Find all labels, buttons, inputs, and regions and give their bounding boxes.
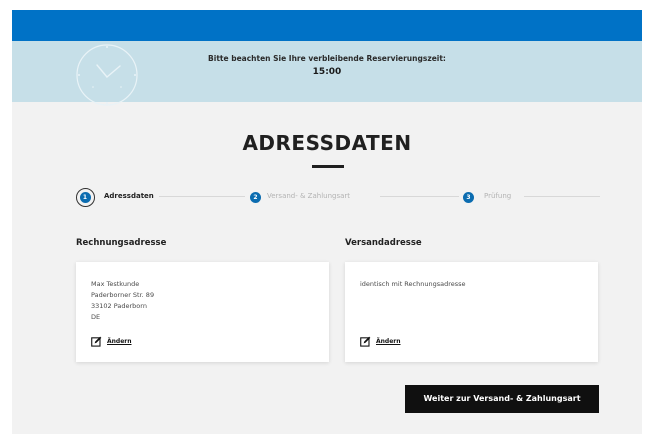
step-1-indicator: 1 [76,188,95,207]
billing-change-link[interactable]: Ändern [91,335,132,347]
timer-label: Bitte beachten Sie Ihre verbleibende Res… [208,54,446,63]
billing-country: DE [91,313,101,321]
step-3-label: Prüfung [484,192,512,200]
shipping-address-text: identisch mit Rechnungsadresse [360,280,466,288]
edit-icon [360,336,371,347]
step-connector [380,196,459,197]
step-3-badge: 3 [463,192,474,203]
timer-value: 15:00 [312,67,342,77]
shipping-address-card: identisch mit Rechnungsadresse Ändern [345,262,598,362]
billing-name: Max Testkunde [91,280,140,288]
top-header-bar [12,10,642,41]
billing-change-label: Ändern [107,337,132,345]
step-1-badge: 1 [79,191,91,203]
billing-street: Paderborner Str. 89 [91,291,155,299]
billing-city: 33102 Paderborn [91,302,147,310]
step-connector [159,196,245,197]
checkout-steps: 1 Adressdaten 2 Versand- & Zahlungsart 3… [12,186,642,208]
step-2-badge: 2 [250,192,261,203]
continue-to-shipping-payment-button[interactable]: Weiter zur Versand- & Zahlungsart [405,385,599,413]
checkout-page: Bitte beachten Sie Ihre verbleibende Res… [12,10,642,434]
shipping-address-heading: Versandadresse [345,238,422,248]
edit-icon [91,336,102,347]
step-connector [524,196,600,197]
step-1-label: Adressdaten [104,192,154,200]
page-title: ADRESSDATEN [242,131,412,155]
reservation-timer-bar: Bitte beachten Sie Ihre verbleibende Res… [12,41,642,106]
billing-address-heading: Rechnungsadresse [76,238,167,248]
billing-address-card: Max Testkunde Paderborner Str. 89 33102 … [76,262,329,362]
step-2-label: Versand- & Zahlungsart [267,192,351,200]
title-underline [312,165,344,168]
shipping-change-label: Ändern [376,337,401,345]
billing-address-text: Max Testkunde Paderborner Str. 89 33102 … [91,279,154,323]
timer-text: Bitte beachten Sie Ihre verbleibende Res… [12,54,642,77]
shipping-change-link[interactable]: Ändern [360,335,401,347]
